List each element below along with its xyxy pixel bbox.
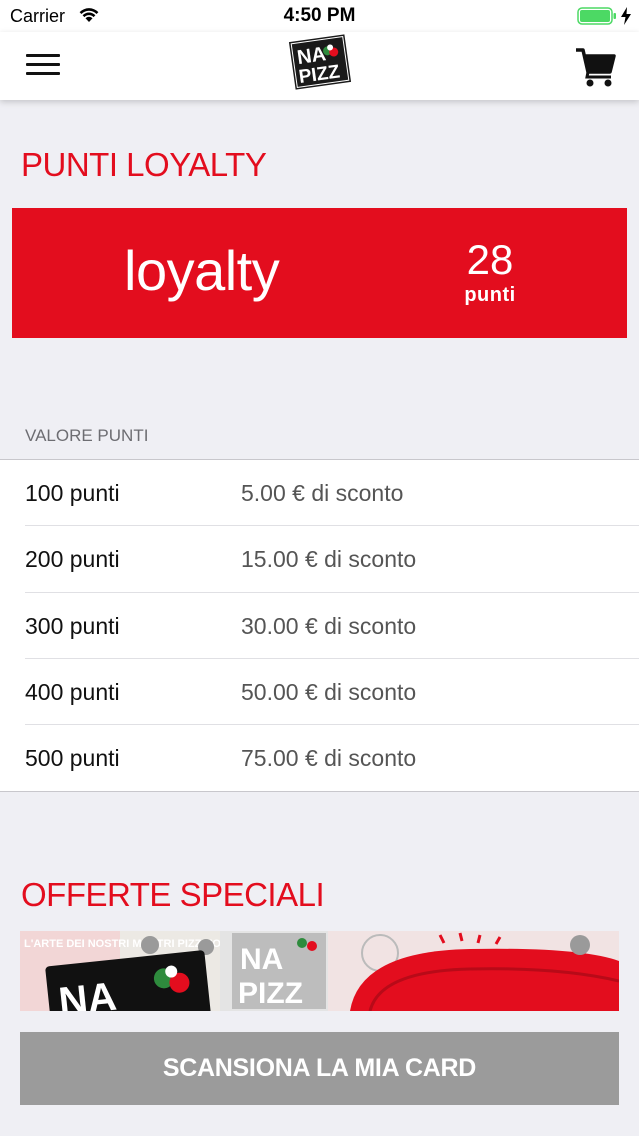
banner-logo-1: NA — [57, 975, 119, 1011]
battery-icon — [577, 7, 617, 30]
offers-section-title: OFFERTE SPECIALI — [21, 876, 325, 913]
points-value-header: VALORE PUNTI — [25, 426, 149, 445]
table-row[interactable]: 200 punti 15.00 € di sconto — [0, 526, 639, 593]
nav-bar: NA PIZZ — [0, 32, 639, 100]
row-points: 200 punti — [25, 546, 120, 573]
napizz-logo[interactable]: NA PIZZ — [287, 34, 353, 90]
points-balance: 28 — [466, 236, 514, 283]
row-points: 500 punti — [25, 745, 120, 772]
row-points: 400 punti — [25, 678, 120, 705]
cart-icon — [576, 48, 616, 87]
menu-icon — [26, 54, 62, 75]
table-row[interactable]: 300 punti 30.00 € di sconto — [0, 593, 639, 660]
points-unit-label: punti — [464, 284, 516, 306]
row-discount: 15.00 € di sconto — [241, 546, 417, 573]
status-bar: Carrier 4:50 PM — [0, 0, 639, 32]
row-discount: 75.00 € di sconto — [241, 745, 417, 772]
offers-banner-image[interactable]: L'ARTE DEI NOSTRI MASTRI PIZZAIOLI NA NA… — [20, 931, 619, 1011]
table-row[interactable]: 400 punti 50.00 € di sconto — [0, 659, 639, 726]
table-row[interactable]: 500 punti 75.00 € di sconto — [0, 725, 639, 791]
banner-logo-2b: PIZZ — [238, 977, 303, 1010]
charge-icon — [620, 6, 632, 31]
row-discount: 5.00 € di sconto — [241, 480, 404, 506]
scan-card-button[interactable]: SCANSIONA LA MIA CARD — [20, 1032, 619, 1105]
row-discount: 30.00 € di sconto — [241, 612, 417, 639]
row-discount: 50.00 € di sconto — [241, 678, 417, 705]
cart-button[interactable] — [574, 46, 618, 88]
points-value-table: 100 punti 5.00 € di sconto 200 punti 15.… — [0, 459, 639, 792]
loyalty-card: loyalty 28 punti — [12, 208, 627, 338]
menu-button[interactable] — [26, 54, 62, 78]
table-row[interactable]: 100 punti 5.00 € di sconto — [0, 460, 639, 527]
clock: 4:50 PM — [283, 5, 356, 26]
row-points: 100 punti — [25, 480, 120, 506]
banner-logo-2a: NA — [240, 943, 283, 976]
loyalty-section-title: PUNTI LOYALTY — [21, 146, 267, 183]
loyalty-card-label: loyalty — [124, 239, 280, 302]
row-points: 300 punti — [25, 612, 120, 639]
